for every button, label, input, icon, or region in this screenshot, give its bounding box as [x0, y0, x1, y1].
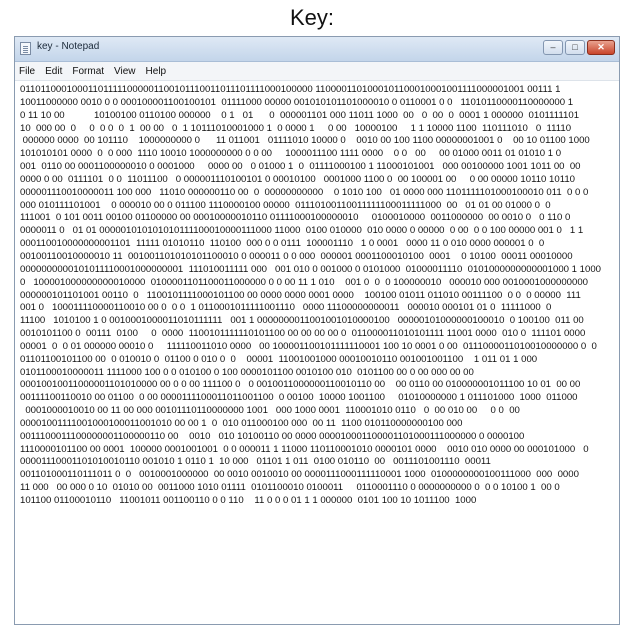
text-line: 000110010000000001101 11111 01010110 110…	[20, 238, 545, 250]
menu-help[interactable]: Help	[146, 66, 167, 77]
text-line: 0010101100 0 00111 0100 0 0000 110010111…	[20, 328, 586, 340]
text-line: 0101100010000011 1111000 100 0 0 010100 …	[20, 366, 474, 378]
window-controls: – □ ✕	[543, 40, 615, 55]
text-line: 00111100110010 00 01100 0 00 00001111000…	[20, 392, 578, 404]
text-line: 000001110010000011 100 000 11010 0000001…	[20, 186, 589, 198]
figure-caption: Key:	[289, 5, 335, 30]
text-line: 0 100001000000000010000 0100001101100011…	[20, 276, 588, 288]
text-line: 11100 1010100 1 0 0010001000011010111111…	[20, 315, 584, 327]
text-line: 01101100101100 00 0 010010 0 01100 0 010…	[20, 353, 538, 365]
text-line: 0000011 0 01 01 000001010101010111100010…	[20, 225, 584, 237]
menu-format[interactable]: Format	[72, 66, 104, 77]
text-line: 111001 0 101 0011 00100 01100000 00 0001…	[20, 212, 571, 224]
maximize-button[interactable]: □	[565, 40, 585, 55]
text-line: 0000 0 00 0111101 0 0 11011100 0 0000011…	[20, 173, 575, 185]
window-title: key - Notepad	[37, 41, 100, 52]
text-line: 0 11 10 00 10100100 0110100 000000 0 1 0…	[20, 109, 580, 121]
menu-file[interactable]: File	[19, 66, 35, 77]
text-line: 0001000010010 00 11 00 000 0010111011000…	[20, 405, 520, 417]
text-line: 0110110001000110111110000011001011100110…	[20, 84, 561, 95]
text-line: 000000101101001 00110 0 1100101111000101…	[20, 289, 581, 301]
text-line: 000 010111101001 0 000010 00 0 011100 11…	[20, 199, 551, 211]
text-line: 10 000 00 0 0 0 0 0 1 00 00 0 1 10111010…	[20, 122, 572, 134]
text-line: 00100110010000010 11 0010011010101011000…	[20, 250, 573, 262]
text-line: 00001110001101010010110 001010 1 0110 1 …	[20, 456, 491, 468]
text-line: 10011000000 0010 0 0 000100001100100101 …	[20, 96, 574, 108]
menu-edit[interactable]: Edit	[45, 66, 62, 77]
text-line: 001 0110 00 0001100000010 0 0001000 0000…	[20, 161, 581, 173]
menu-view[interactable]: View	[114, 66, 136, 77]
minimize-button[interactable]: –	[543, 40, 563, 55]
text-line: 1110000101100 00 0001 100000 0001001001 …	[20, 443, 589, 455]
text-line: 101010101 0000 0 0 000 1110 10010 100000…	[20, 148, 562, 160]
text-line: 000000 0000 00 101110 1000000000 0 11 01…	[20, 135, 590, 147]
text-line: 00001001111001000100011001010 00 00 1 0 …	[20, 417, 463, 429]
text-line: 00001 0 0 01 000000 00010 0 111110011010…	[20, 340, 597, 352]
text-line: 0011100011100000001100000110 00 0010 010…	[20, 430, 525, 442]
notepad-icon	[20, 42, 31, 55]
notepad-window: key - Notepad – □ ✕ File Edit Format Vie…	[14, 36, 620, 625]
text-line: 11 000 00 000 0 10 01010 00 0011000 1010…	[20, 482, 560, 494]
text-line: 101100 01100010110 11001011 001100110 0 …	[20, 495, 477, 506]
close-button[interactable]: ✕	[587, 40, 615, 55]
text-line: 001 0 100011110000110010 00 0 0 0 1 0110…	[20, 302, 552, 314]
title-bar[interactable]: key - Notepad – □ ✕	[15, 37, 619, 62]
text-line: 00010010011000001101010000 00 0 0 00 111…	[20, 379, 581, 391]
menu-bar: File Edit Format View Help	[15, 62, 619, 81]
text-line: 0000000000101011110001000000001 11101001…	[20, 263, 601, 275]
text-editor[interactable]: 0110110001000110111110000011001011100110…	[15, 81, 619, 511]
text-line: 001101000110111011 0 0 0010001000000 00 …	[20, 469, 579, 481]
